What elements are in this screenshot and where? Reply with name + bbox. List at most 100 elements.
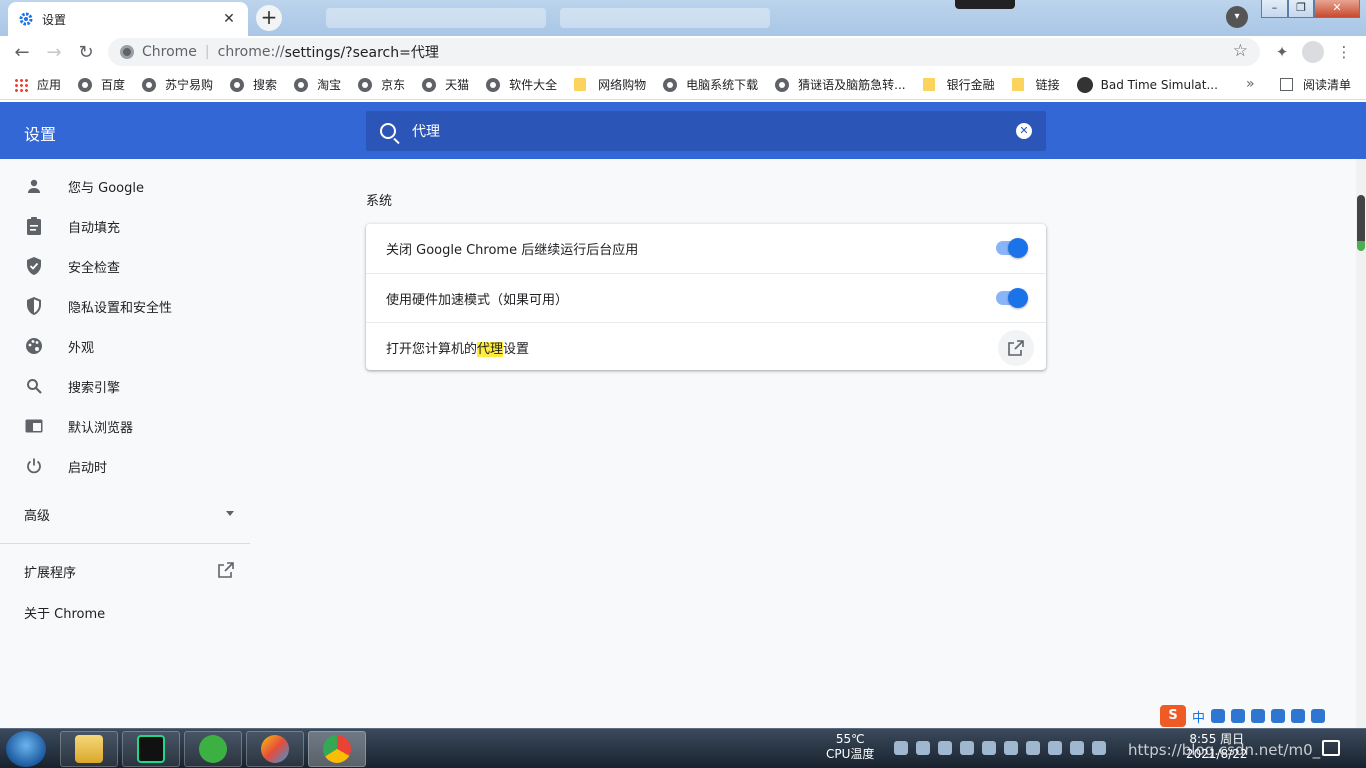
forward-button[interactable]: → bbox=[38, 37, 70, 69]
monitor-icon[interactable] bbox=[938, 741, 952, 755]
bookmarks-overflow-icon[interactable]: » bbox=[1246, 76, 1255, 92]
sidebar-item-about-chrome[interactable]: 关于 Chrome bbox=[24, 603, 105, 622]
search-highlight: 代理 bbox=[477, 341, 504, 357]
globe-icon bbox=[663, 77, 678, 92]
keyboard-icon[interactable] bbox=[1271, 709, 1286, 723]
bookmark-item[interactable]: Bad Time Simulat... bbox=[1076, 76, 1218, 93]
sidebar-item-label: 默认浏览器 bbox=[68, 420, 134, 436]
bird-icon[interactable] bbox=[960, 741, 974, 755]
site-label: Chrome bbox=[142, 44, 197, 60]
network-icon[interactable] bbox=[1092, 741, 1106, 755]
scrollbar-thumb[interactable] bbox=[1357, 195, 1365, 251]
thermometer-icon[interactable] bbox=[916, 741, 930, 755]
caret-down-icon bbox=[226, 511, 234, 516]
people-icon[interactable] bbox=[1026, 741, 1040, 755]
action-center-icon[interactable] bbox=[1322, 740, 1340, 756]
sidebar-item-autofill[interactable]: 自动填充 bbox=[0, 206, 250, 246]
maximize-button[interactable]: ❐ bbox=[1288, 0, 1314, 18]
ime-toolbar[interactable]: S 中 bbox=[1160, 704, 1366, 728]
bookmark-item[interactable]: 京东 bbox=[358, 76, 405, 93]
skin-icon[interactable] bbox=[1291, 709, 1306, 723]
sidebar-item-appearance[interactable]: 外观 bbox=[0, 326, 250, 366]
open-proxy-settings-button[interactable] bbox=[998, 330, 1034, 366]
bookmark-item[interactable]: 百度 bbox=[78, 76, 125, 93]
taskbar-paint[interactable] bbox=[246, 731, 304, 767]
brown-app-icon[interactable] bbox=[1070, 741, 1084, 755]
tab-settings[interactable]: 设置 ✕ bbox=[8, 2, 248, 36]
back-button[interactable]: ← bbox=[6, 37, 38, 69]
minimize-button[interactable]: – bbox=[1261, 0, 1288, 18]
bookmark-folder[interactable]: 网络购物 bbox=[574, 76, 646, 93]
bookmark-item[interactable]: 天猫 bbox=[422, 76, 469, 93]
address-bar[interactable]: Chrome | chrome://settings/?search=代理 ☆ bbox=[108, 38, 1260, 66]
new-tab-button[interactable]: + bbox=[256, 5, 282, 31]
search-icon bbox=[380, 123, 396, 139]
taskbar-chrome[interactable] bbox=[308, 731, 366, 767]
bookmark-folder[interactable]: 链接 bbox=[1011, 76, 1060, 93]
globe-icon bbox=[775, 77, 790, 92]
url-scheme: chrome:// bbox=[217, 44, 285, 60]
sidebar-item-search-engine[interactable]: 搜索引擎 bbox=[0, 366, 250, 406]
bookmark-star-icon[interactable]: ☆ bbox=[1233, 41, 1248, 61]
plus-circle-icon[interactable] bbox=[1048, 741, 1062, 755]
bookmark-folder[interactable]: 银行金融 bbox=[922, 76, 995, 93]
menu-dots-icon[interactable]: ⋮ bbox=[1330, 38, 1358, 66]
taskbar-app-green[interactable] bbox=[184, 731, 242, 767]
palette-icon bbox=[25, 337, 43, 355]
sidebar-item-label: 隐私设置和安全性 bbox=[68, 300, 173, 316]
sogou-logo-icon[interactable]: S bbox=[1160, 705, 1186, 727]
start-button[interactable] bbox=[6, 731, 46, 767]
clock[interactable]: 8:55 周日 2021/8/22 bbox=[1186, 732, 1248, 762]
settings-page: 您与 Google 自动填充 安全检查 隐私设置和安全性 外观 搜索引擎 默认浏… bbox=[0, 159, 1356, 728]
taskbar-pycharm[interactable] bbox=[122, 731, 180, 767]
bookmark-item[interactable]: 猜谜语及脑筋急转... bbox=[775, 76, 906, 93]
setting-row-hardware-acceleration[interactable]: 使用硬件加速模式（如果可用） bbox=[366, 273, 1046, 322]
bookmark-item[interactable]: 淘宝 bbox=[294, 76, 341, 93]
globe-icon bbox=[422, 77, 437, 92]
background-tab[interactable] bbox=[560, 8, 770, 28]
settings-search-input[interactable]: 代理 ✕ bbox=[366, 111, 1046, 151]
toolbox-icon[interactable] bbox=[1311, 709, 1326, 723]
setting-row-proxy[interactable]: 打开您计算机的代理设置 bbox=[366, 322, 1046, 371]
green-circle-icon[interactable] bbox=[982, 741, 996, 755]
reading-list-button[interactable]: 阅读清单 bbox=[1280, 76, 1351, 93]
tab-close-icon[interactable]: ✕ bbox=[220, 11, 238, 27]
bookmark-item[interactable]: 电脑系统下载 bbox=[663, 76, 758, 93]
sidebar-item-privacy[interactable]: 隐私设置和安全性 bbox=[0, 286, 250, 326]
background-tab[interactable] bbox=[326, 8, 546, 28]
page-scrollbar[interactable] bbox=[1356, 159, 1366, 728]
power-icon bbox=[25, 457, 43, 475]
microphone-icon[interactable] bbox=[1251, 709, 1266, 723]
ime-mode[interactable]: 中 bbox=[1192, 707, 1205, 726]
sidebar-item-default-browser[interactable]: 默认浏览器 bbox=[0, 406, 250, 446]
hardware-acceleration-toggle[interactable] bbox=[996, 288, 1028, 308]
bookmark-item[interactable]: 搜索 bbox=[230, 76, 277, 93]
sidebar-item-you-and-google[interactable]: 您与 Google bbox=[0, 166, 250, 206]
sidebar-item-extensions[interactable]: 扩展程序 bbox=[24, 562, 234, 581]
advanced-toggle[interactable]: 高级 bbox=[24, 505, 234, 524]
sidebar-item-safety-check[interactable]: 安全检查 bbox=[0, 246, 250, 286]
system-settings-card: 关闭 Google Chrome 后继续运行后台应用 使用硬件加速模式（如果可用… bbox=[366, 224, 1046, 370]
tab-search-icon[interactable]: ▾ bbox=[1226, 6, 1248, 28]
volume-icon[interactable] bbox=[894, 741, 908, 755]
clear-search-icon[interactable]: ✕ bbox=[1016, 123, 1032, 139]
background-apps-toggle[interactable] bbox=[996, 238, 1028, 258]
cpu-temperature[interactable]: 55℃ CPU温度 bbox=[826, 732, 874, 762]
emoji-icon[interactable] bbox=[1231, 709, 1246, 723]
setting-row-background-apps[interactable]: 关闭 Google Chrome 后继续运行后台应用 bbox=[366, 224, 1046, 273]
sidebar-item-on-startup[interactable]: 启动时 bbox=[0, 446, 250, 486]
taskbar-explorer[interactable] bbox=[60, 731, 118, 767]
punctuation-icon[interactable] bbox=[1211, 709, 1226, 723]
windows-taskbar: 55℃ CPU温度 https://blog.csdn.net/m0_ 8:55… bbox=[0, 728, 1366, 768]
bookmark-item[interactable]: 苏宁易购 bbox=[142, 76, 213, 93]
profile-avatar[interactable] bbox=[1302, 41, 1324, 63]
search-value[interactable]: 代理 bbox=[412, 121, 1016, 141]
folder-icon bbox=[922, 78, 935, 91]
close-window-button[interactable]: ✕ bbox=[1314, 0, 1360, 18]
bookmark-apps[interactable]: 应用 bbox=[14, 76, 61, 93]
battery-icon[interactable] bbox=[1004, 741, 1018, 755]
extensions-puzzle-icon[interactable]: ✦ bbox=[1268, 38, 1296, 66]
reload-button[interactable]: ↻ bbox=[70, 37, 102, 69]
tray-icons bbox=[894, 741, 1106, 755]
bookmark-item[interactable]: 软件大全 bbox=[486, 76, 557, 93]
